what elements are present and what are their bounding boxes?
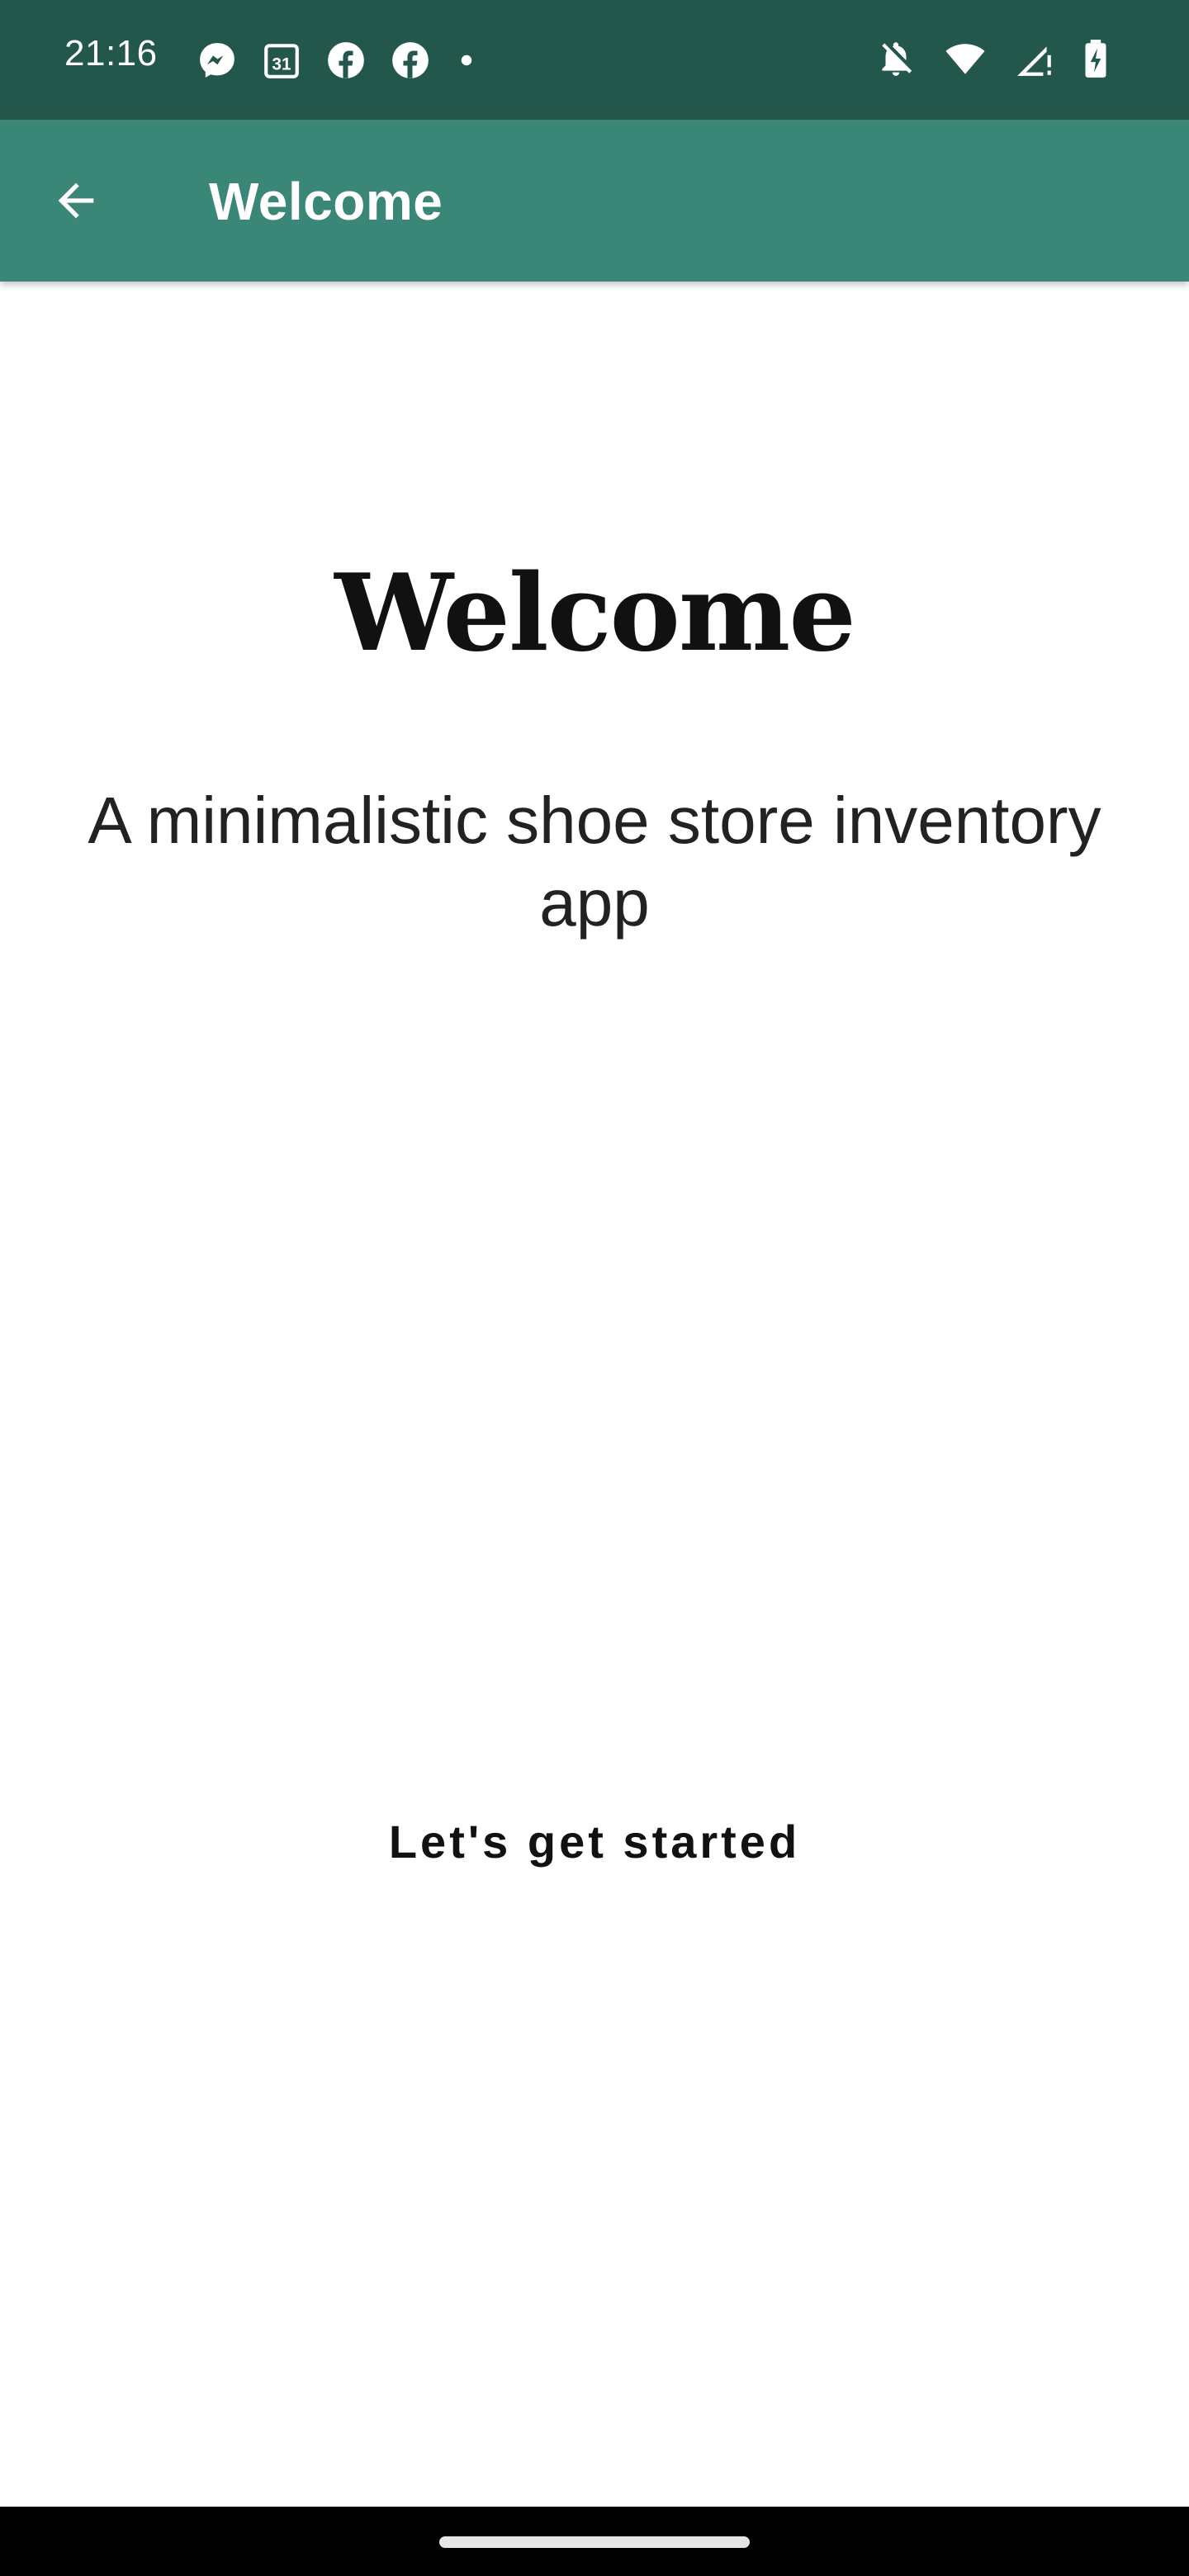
calendar-icon: 31 bbox=[264, 44, 299, 78]
back-button[interactable] bbox=[36, 161, 116, 240]
notification-icons: 31 bbox=[197, 40, 479, 81]
status-time: 21:16 bbox=[64, 33, 158, 73]
app-bar-title: Welcome bbox=[209, 172, 443, 231]
get-started-button[interactable]: Let's get started bbox=[347, 1800, 842, 1882]
notifications-off-icon bbox=[882, 42, 912, 76]
messenger-icon bbox=[200, 43, 234, 78]
wifi-icon bbox=[945, 44, 985, 74]
welcome-heading: Welcome bbox=[334, 552, 856, 675]
battery-charging-icon bbox=[1085, 40, 1106, 78]
status-bar: 21:16 31 bbox=[0, 0, 1189, 120]
navigation-bar bbox=[0, 2507, 1189, 2576]
system-icons bbox=[875, 38, 1110, 79]
app-bar: Welcome bbox=[0, 120, 1189, 282]
app-subtitle: A minimalistic shoe store inventory app bbox=[88, 784, 1101, 940]
welcome-screen: 21:16 31 Welcome Welcome A minimalistic … bbox=[0, 0, 1189, 2576]
dot-icon bbox=[461, 54, 472, 66]
home-gesture-handle[interactable] bbox=[439, 2536, 750, 2548]
arrow-back-icon bbox=[58, 182, 94, 219]
calendar-day-label: 31 bbox=[272, 54, 291, 73]
signal-icon bbox=[1017, 46, 1051, 76]
facebook-icon bbox=[328, 42, 364, 78]
facebook-icon bbox=[392, 42, 429, 78]
